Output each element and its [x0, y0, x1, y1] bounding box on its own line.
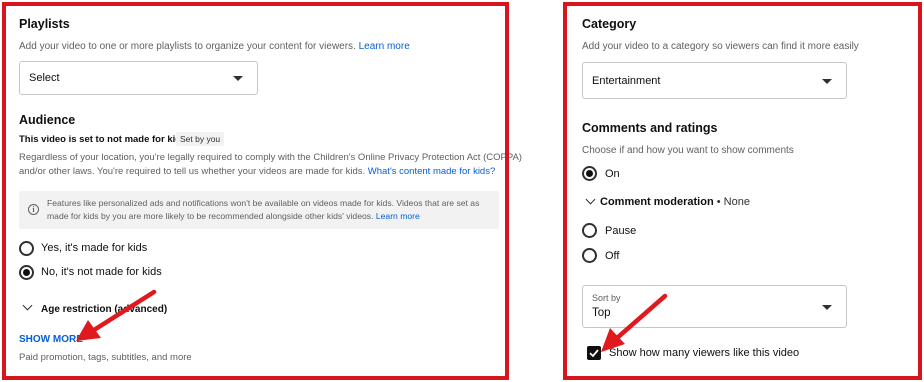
notice-line2: made for kids by you are more likely to …: [47, 211, 420, 221]
comment-moderation-label: Comment moderation: [600, 196, 714, 208]
coppa-text-line2: and/or other laws. You're required to te…: [19, 166, 495, 177]
playlists-select[interactable]: Select: [19, 61, 258, 95]
radio-comments-on[interactable]: [582, 166, 597, 181]
annotation-arrow-likes: [601, 293, 668, 352]
playlists-description-text: Add your video to one or more playlists …: [19, 41, 356, 52]
made-for-kids-link[interactable]: What's content made for kids?: [368, 166, 496, 177]
category-select[interactable]: Entertainment: [582, 62, 847, 99]
caret-down-icon: [233, 76, 243, 81]
playlists-title: Playlists: [19, 17, 70, 31]
annotation-arrow-show-more: [76, 289, 157, 341]
radio-comments-pause[interactable]: [582, 223, 597, 238]
category-description: Add your video to a category so viewers …: [582, 41, 859, 52]
notice-line2-body: made for kids by you are more likely to …: [47, 211, 374, 221]
category-title: Category: [582, 17, 637, 31]
comment-moderation-toggle[interactable]: Comment moderation • None: [600, 196, 750, 208]
notice-line1: Features like personalized ads and notif…: [47, 198, 480, 208]
caret-down-icon: [822, 305, 832, 310]
radio-comments-off[interactable]: [582, 248, 597, 263]
radio-pause-label: Pause: [605, 225, 637, 237]
comments-description: Choose if and how you want to show comme…: [582, 145, 794, 156]
radio-off-label: Off: [605, 250, 620, 262]
audience-title: Audience: [19, 113, 76, 127]
comment-moderation-value: • None: [716, 196, 750, 208]
notice-learn-more-link[interactable]: Learn more: [376, 211, 420, 221]
caret-down-icon: [822, 79, 832, 84]
chevron-down-icon[interactable]: [22, 300, 33, 311]
playlists-description: Add your video to one or more playlists …: [19, 41, 410, 52]
coppa-text-line2-body: and/or other laws. You're required to te…: [19, 166, 366, 177]
kids-notice-box: i Features like personalized ads and not…: [19, 191, 499, 229]
playlists-learn-more-link[interactable]: Learn more: [359, 41, 410, 52]
right-panel: Category Add your video to a category so…: [567, 4, 920, 376]
comments-title: Comments and ratings: [582, 121, 718, 135]
audience-status: This video is set to not made for kids: [19, 134, 187, 145]
info-icon: i: [28, 204, 39, 215]
chevron-down-icon[interactable]: [585, 194, 596, 205]
radio-on-label: On: [605, 168, 620, 180]
left-panel: Playlists Add your video to one or more …: [4, 4, 522, 376]
set-by-you-badge: Set by you: [176, 132, 225, 146]
category-select-value: Entertainment: [592, 74, 661, 87]
coppa-text-line1: Regardless of your location, you're lega…: [19, 152, 522, 163]
radio-no-label: No, it's not made for kids: [41, 266, 162, 278]
show-more-description: Paid promotion, tags, subtitles, and mor…: [19, 352, 192, 363]
radio-yes-made-for-kids[interactable]: [19, 241, 34, 256]
playlists-select-value: Select: [29, 72, 60, 84]
radio-yes-label: Yes, it's made for kids: [41, 242, 148, 254]
radio-not-made-for-kids[interactable]: [19, 265, 34, 280]
